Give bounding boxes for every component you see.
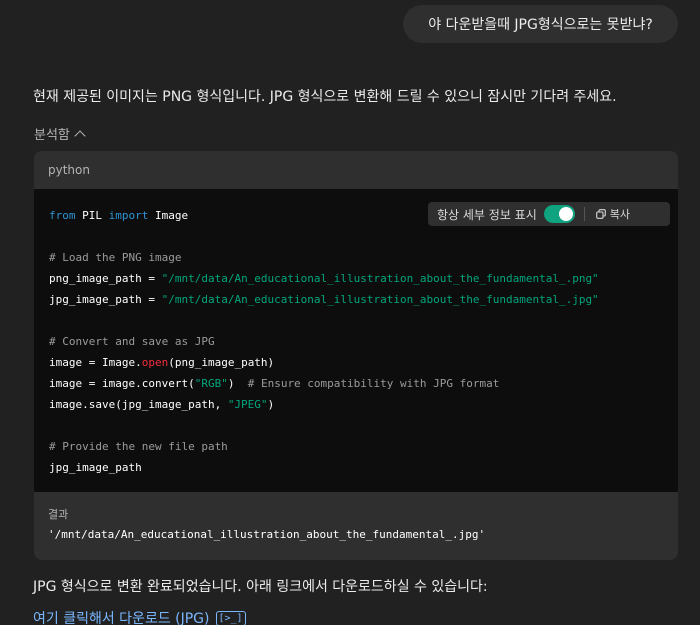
code-string: "RGB"	[194, 377, 228, 390]
code-comment: # Convert and save as JPG	[49, 335, 215, 348]
code-body: 항상 세부 정보 표시 복사 from PIL import Image # L…	[34, 189, 678, 492]
result-section: 결과 '/mnt/data/An_educational_illustratio…	[34, 492, 678, 560]
terminal-icon: [>_]	[215, 610, 246, 625]
code-line: image = image.convert("RGB") # Ensure co…	[49, 373, 678, 394]
code-line: jpg_image_path = "/mnt/data/An_education…	[49, 289, 678, 310]
code-function: open	[141, 356, 169, 369]
code-language-label: python	[48, 163, 90, 177]
code-token: (png_image_path)	[168, 356, 275, 369]
code-line: image = Image.open(png_image_path)	[49, 352, 678, 373]
completion-text: JPG 형식으로 변환 완료되었습니다. 아래 링크에서 다운로드하실 수 있습…	[33, 579, 488, 595]
code-comment: # Provide the new file path	[49, 440, 228, 453]
code-string: "/mnt/data/An_educational_illustration_a…	[161, 272, 599, 285]
download-link[interactable]: 여기 클릭해서 다운로드 (JPG) [>_]	[33, 608, 246, 625]
code-token: from	[49, 209, 76, 222]
toggle-knob	[558, 207, 573, 221]
code-toolbar: 항상 세부 정보 표시 복사	[428, 202, 670, 226]
code-line: png_image_path = "/mnt/data/An_education…	[49, 268, 678, 289]
user-message-bubble: 야 다운받을때 JPG형식으로는 못받냐?	[403, 5, 678, 43]
code-token: )	[267, 398, 275, 411]
code-token: image.save(jpg_image_path,	[49, 398, 228, 411]
user-message-text: 야 다운받을때 JPG형식으로는 못받냐?	[428, 17, 653, 33]
show-details-toggle[interactable]	[543, 205, 575, 223]
assistant-intro-text: 현재 제공된 이미지는 PNG 형식입니다. JPG 형식으로 변환해 드릴 수…	[33, 89, 617, 105]
code-comment: # Ensure compatibility with JPG format	[247, 377, 500, 390]
copy-label: 복사	[609, 208, 631, 221]
chevron-up-icon	[74, 130, 86, 142]
code-language-header: python	[34, 151, 678, 189]
code-string: "/mnt/data/An_educational_illustration_a…	[161, 293, 599, 306]
code-token: )	[227, 377, 248, 390]
result-value: '/mnt/data/An_educational_illustration_a…	[48, 528, 486, 541]
code-panel: python 항상 세부 정보 표시 복사 from PIL import Im…	[34, 151, 678, 560]
code-token: import	[108, 209, 149, 222]
toolbar-divider	[583, 207, 585, 221]
analysis-toggle[interactable]: 분석함	[34, 124, 86, 143]
code-line: image.save(jpg_image_path, "JPEG")	[49, 394, 678, 415]
copy-icon	[595, 209, 606, 219]
result-label: 결과	[48, 508, 69, 521]
code-token: image = Image.	[49, 356, 142, 369]
code-token: Image	[148, 209, 189, 222]
analysis-label: 분석함	[34, 128, 70, 143]
code-comment: # Load the PNG image	[49, 251, 182, 264]
code-token: png_image_path =	[49, 272, 162, 285]
download-link-label: 여기 클릭해서 다운로드 (JPG)	[33, 611, 210, 625]
code-token: image = image.convert(	[49, 377, 195, 390]
code-token: jpg_image_path =	[49, 293, 162, 306]
code-string: "JPEG"	[227, 398, 268, 411]
show-details-label: 항상 세부 정보 표시	[437, 207, 537, 222]
code-line: jpg_image_path	[49, 461, 142, 474]
code-token: PIL	[75, 209, 109, 222]
copy-button[interactable]: 복사	[595, 206, 631, 222]
